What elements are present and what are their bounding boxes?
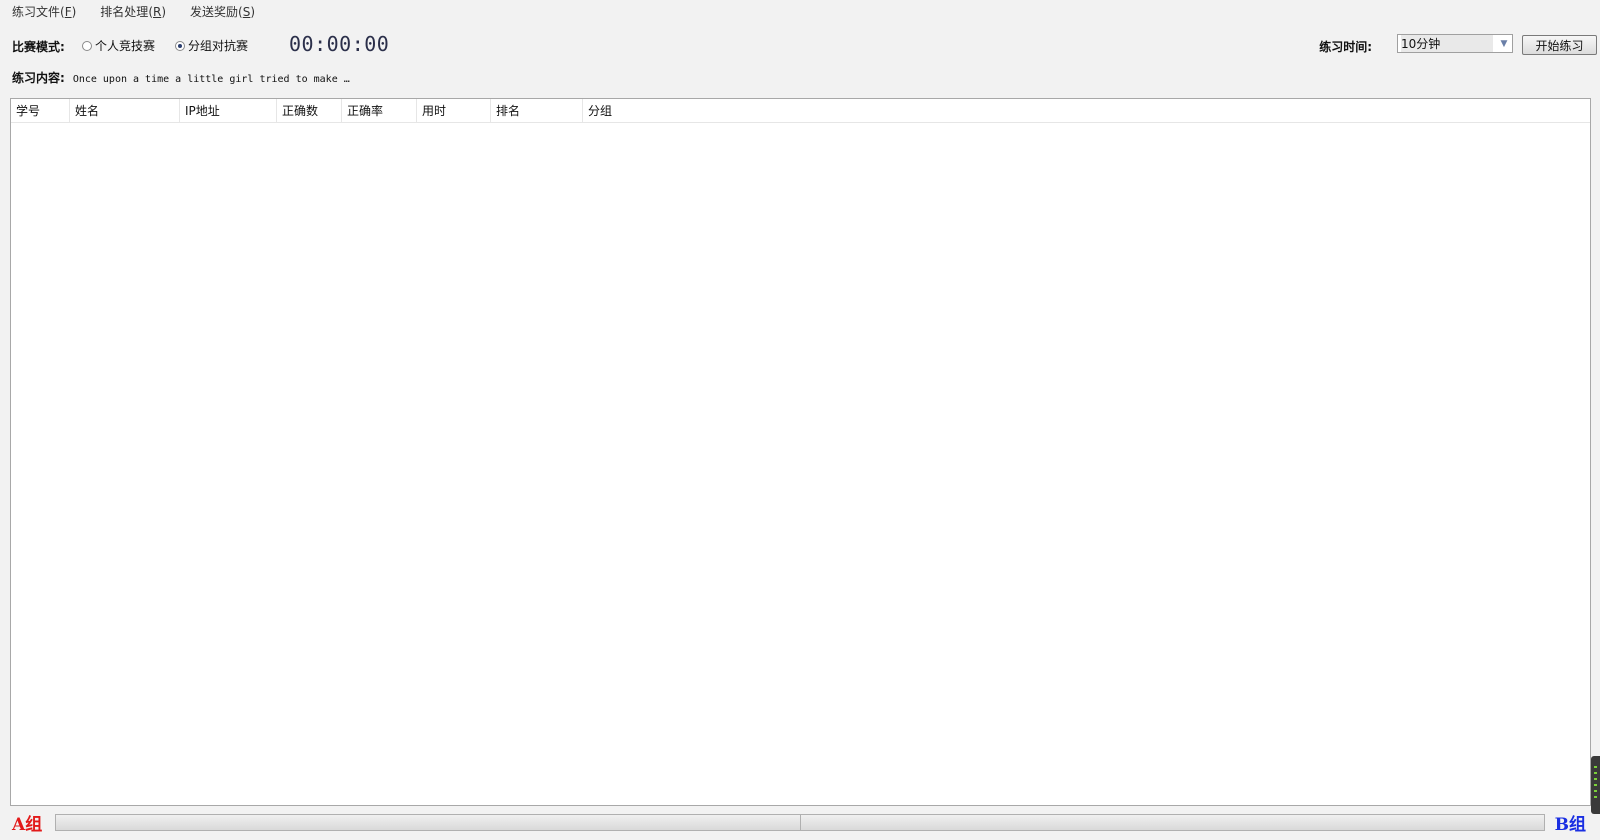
col-header-student-id[interactable]: 学号 — [11, 99, 70, 122]
radio-individual[interactable]: 个人竞技赛 — [82, 37, 155, 54]
content-text: Once upon a time a little girl tried to … — [72, 74, 350, 85]
col-header-time-used[interactable]: 用时 — [417, 99, 491, 122]
team-progress — [55, 814, 1545, 831]
team-b-label: B组 — [1554, 815, 1586, 835]
col-header-group[interactable]: 分组 — [583, 99, 1590, 122]
col-header-correct-count[interactable]: 正确数 — [277, 99, 342, 122]
meter-level — [1594, 778, 1597, 780]
timer-display: 00:00:00 — [289, 32, 390, 56]
mode-label: 比赛模式: — [12, 40, 65, 54]
team-a-progress — [56, 815, 800, 830]
menu-ranking[interactable]: 排名处理(R) — [88, 0, 176, 24]
meter-level — [1594, 796, 1597, 798]
mode-row: 比赛模式: 个人竞技赛 分组对抗赛 00:00:00 练习时间: 10分钟 ▼ … — [12, 32, 1597, 60]
col-header-accuracy[interactable]: 正确率 — [342, 99, 417, 122]
practice-time-select[interactable]: 10分钟 ▼ — [1397, 34, 1513, 53]
menu-practice-file[interactable]: 练习文件(F) — [0, 0, 86, 24]
col-header-rank[interactable]: 排名 — [491, 99, 583, 122]
team-progress-bar: A组 B组 — [0, 810, 1600, 840]
results-table[interactable]: 学号 姓名 IP地址 正确数 正确率 用时 排名 分组 — [10, 98, 1591, 806]
meter-level — [1594, 784, 1597, 786]
menu-send-reward-hotkey: S — [242, 5, 251, 19]
meter-level — [1594, 772, 1597, 774]
radio-group[interactable]: 分组对抗赛 — [175, 37, 248, 54]
radio-group-indicator[interactable] — [175, 40, 185, 51]
menu-send-reward[interactable]: 发送奖励(S) — [178, 0, 265, 24]
menu-practice-file-label: 练习文件 — [12, 5, 61, 19]
content-label: 练习内容: — [12, 71, 65, 85]
radio-group-label: 分组对抗赛 — [188, 39, 249, 53]
radio-individual-indicator[interactable] — [82, 40, 92, 51]
meter-level — [1594, 790, 1597, 792]
menu-practice-file-hotkey: F — [64, 5, 72, 19]
team-a-label: A组 — [12, 815, 43, 835]
col-header-ip[interactable]: IP地址 — [180, 99, 277, 122]
menu-bar: 练习文件(F) 排名处理(R) 发送奖励(S) — [0, 0, 1600, 24]
practice-time-value-box: 10分钟 — [1398, 35, 1496, 52]
table-header: 学号 姓名 IP地址 正确数 正确率 用时 排名 分组 — [11, 99, 1590, 123]
content-row: 练习内容: Once upon a time a little girl trie… — [12, 69, 350, 85]
radio-individual-label: 个人竞技赛 — [95, 39, 156, 53]
menu-ranking-label: 排名处理 — [100, 5, 149, 19]
team-b-progress — [799, 815, 1545, 830]
menu-ranking-hotkey: R — [153, 5, 162, 19]
chevron-down-icon[interactable]: ▼ — [1496, 35, 1512, 52]
practice-time-value: 10分钟 — [1401, 35, 1493, 52]
volume-meter-widget[interactable] — [1591, 756, 1600, 814]
practice-time-label: 练习时间: — [1319, 40, 1372, 54]
col-header-name[interactable]: 姓名 — [70, 99, 180, 122]
menu-send-reward-label: 发送奖励 — [190, 5, 239, 19]
start-practice-button[interactable]: 开始练习 — [1522, 35, 1597, 55]
meter-level — [1594, 766, 1597, 768]
